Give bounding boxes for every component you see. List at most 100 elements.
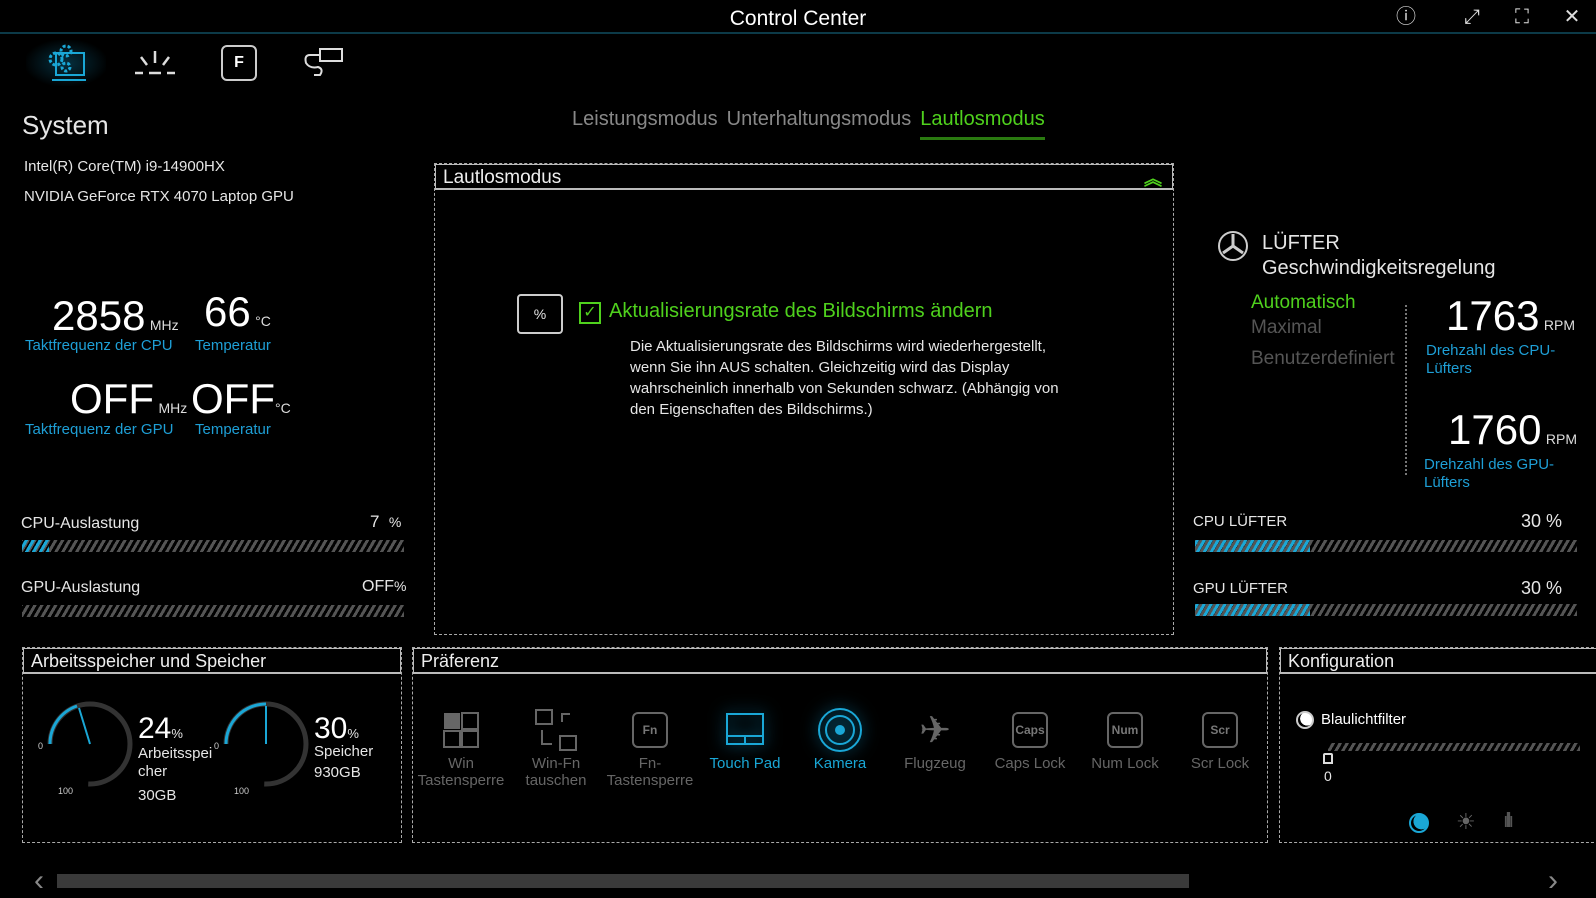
- tab-unterhaltungsmodus[interactable]: Unterhaltungsmodus: [727, 108, 912, 140]
- power-icon[interactable]: [284, 40, 364, 86]
- gpu-load: OFF: [362, 578, 394, 595]
- swap-icon: [511, 705, 601, 755]
- pref-label: Num Lock: [1091, 755, 1159, 772]
- slider-handle[interactable]: [1323, 753, 1333, 764]
- cpu-load-bar: [22, 540, 404, 552]
- pct: %: [347, 726, 359, 741]
- cpu-load: 7: [370, 512, 380, 531]
- scroll-right-icon[interactable]: ›: [1548, 864, 1558, 898]
- system-icon[interactable]: [26, 40, 106, 86]
- silent-mode-panel: Lautlosmodus ︽ % ✓ Aktualisierungsrate de…: [434, 163, 1174, 635]
- panel-header: Lautlosmodus ︽: [435, 164, 1173, 190]
- cpu-fan-rpm-label: Drehzahl des CPU-Lüfters: [1426, 342, 1556, 377]
- caps-key-icon: Caps: [1012, 712, 1048, 748]
- camera-icon: [795, 705, 885, 755]
- function-key-icon[interactable]: F: [199, 40, 279, 86]
- preferences-title: Präferenz: [413, 648, 1267, 674]
- memory-panel-title: Arbeitsspeicher und Speicher: [23, 648, 401, 674]
- windows-icon: [416, 705, 506, 755]
- gpu-fan-rpm: 1760: [1448, 406, 1542, 453]
- restore-icon[interactable]: ⤢: [1459, 5, 1485, 29]
- rpm-unit: RPM: [1543, 317, 1576, 333]
- pref-label: Kamera: [813, 755, 867, 772]
- blue-light-tab-icon[interactable]: [1409, 813, 1429, 833]
- pref-win-fn-swap[interactable]: Win-Fn tauschen: [511, 705, 601, 789]
- fan-subtitle: Geschwindigkeitsregelung: [1262, 257, 1496, 279]
- scroll-left-icon[interactable]: ‹: [34, 864, 44, 898]
- audio-icon[interactable]: ıllı: [1503, 810, 1514, 833]
- storage-scale-max: 100: [234, 786, 249, 796]
- ram-gauge: 0 100: [38, 701, 133, 796]
- storage-size: 930GB: [314, 764, 361, 781]
- pref-scr-lock[interactable]: Scr Scr Lock: [1175, 705, 1265, 772]
- pref-num-lock[interactable]: Num Num Lock: [1080, 705, 1170, 772]
- gpu-frequency-label: Taktfrequenz der GPU: [25, 421, 174, 438]
- blue-light-label: Blaulichtfilter: [1321, 711, 1407, 728]
- fn-key-icon: Fn: [632, 712, 668, 748]
- gpu-frequency-unit: MHz: [158, 400, 188, 416]
- info-icon[interactable]: ⓘ: [1393, 5, 1419, 29]
- ram-percent: 24: [138, 712, 172, 745]
- pref-label: Caps Lock: [994, 755, 1066, 772]
- cpu-load-value: 7 %: [370, 512, 401, 532]
- fullscreen-icon[interactable]: ⛶: [1509, 5, 1535, 29]
- horizontal-scrollbar[interactable]: [57, 874, 1189, 888]
- fan-icon: [1218, 231, 1248, 261]
- pref-caps-lock[interactable]: Caps Caps Lock: [985, 705, 1075, 772]
- blue-light-value: 0: [1324, 768, 1332, 784]
- ram-scale-min: 0: [38, 741, 43, 751]
- gpu-name: NVIDIA GeForce RTX 4070 Laptop GPU: [24, 188, 294, 205]
- pref-label: Fn-Tastensperre: [606, 755, 694, 789]
- cpu-frequency-unit: MHz: [149, 317, 179, 333]
- pref-camera[interactable]: Kamera: [795, 705, 885, 772]
- gpu-fan-value: 30 %: [1521, 578, 1563, 598]
- pref-label: Scr Lock: [1190, 755, 1250, 772]
- blue-light-slider[interactable]: [1328, 743, 1580, 751]
- ram-label: Arbeitsspeicher: [138, 745, 213, 780]
- pct: %: [394, 578, 407, 594]
- system-heading: System: [22, 110, 109, 140]
- cpu-fan-fill: [1195, 540, 1310, 552]
- rpm-unit: RPM: [1545, 431, 1578, 447]
- close-icon[interactable]: ✕: [1559, 5, 1585, 29]
- pref-fn-lock[interactable]: Fn Fn-Tastensperre: [605, 705, 695, 789]
- fan-title: LÜFTER: [1262, 232, 1340, 254]
- num-key-icon: Num: [1107, 712, 1143, 748]
- lighting-icon[interactable]: [115, 40, 195, 86]
- cpu-temp-label: Temperatur: [195, 337, 271, 354]
- blue-light-icon: [1296, 711, 1314, 729]
- gpu-fan-fill: [1195, 604, 1310, 616]
- tab-leistungsmodus[interactable]: Leistungsmodus: [572, 108, 718, 140]
- pref-win-lock[interactable]: Win Tastensperre: [416, 705, 506, 789]
- fan-mode-max[interactable]: Maximal: [1251, 317, 1322, 339]
- cpu-name: Intel(R) Core(TM) i9-14900HX: [24, 158, 225, 175]
- cpu-load-fill: [22, 540, 49, 552]
- pref-airplane[interactable]: ✈ Flugzeug: [890, 705, 980, 773]
- scr-key-icon: Scr: [1202, 712, 1238, 748]
- cpu-temperature: 66: [204, 288, 251, 335]
- gpu-fan-bar: [1195, 604, 1577, 616]
- panel-title: Lautlosmodus: [443, 167, 562, 188]
- cpu-frequency: 2858: [52, 292, 146, 339]
- cpu-fan-label: CPU LÜFTER: [1193, 513, 1288, 530]
- refresh-rate-icon: %: [517, 294, 563, 334]
- temp-unit: °C: [255, 313, 271, 329]
- refresh-rate-option[interactable]: Aktualisierungsrate des Bildschirms ände…: [609, 300, 993, 323]
- fan-mode-custom[interactable]: Benutzerdefiniert: [1251, 348, 1395, 370]
- fan-mode-auto[interactable]: Automatisch: [1251, 292, 1356, 314]
- pref-touchpad[interactable]: Touch Pad: [700, 705, 790, 772]
- collapse-icon[interactable]: ︽: [1144, 165, 1162, 191]
- fan-divider: [1405, 305, 1407, 475]
- config-title: Konfiguration: [1280, 648, 1596, 674]
- pref-label: Win Tastensperre: [417, 755, 505, 789]
- cpu-fan-bar: [1195, 540, 1577, 552]
- brightness-icon[interactable]: ☀: [1456, 809, 1476, 835]
- refresh-rate-description: Die Aktualisierungsrate des Bildschirms …: [630, 338, 1059, 418]
- gpu-fan-label: GPU LÜFTER: [1193, 580, 1289, 597]
- gpu-frequency: OFF: [70, 375, 154, 422]
- refresh-rate-checkbox[interactable]: ✓: [579, 302, 601, 324]
- gpu-temperature: OFF: [191, 375, 275, 422]
- temp-unit: °C: [274, 400, 291, 416]
- ram-scale-max: 100: [58, 786, 73, 796]
- tab-lautlosmodus[interactable]: Lautlosmodus: [920, 108, 1045, 140]
